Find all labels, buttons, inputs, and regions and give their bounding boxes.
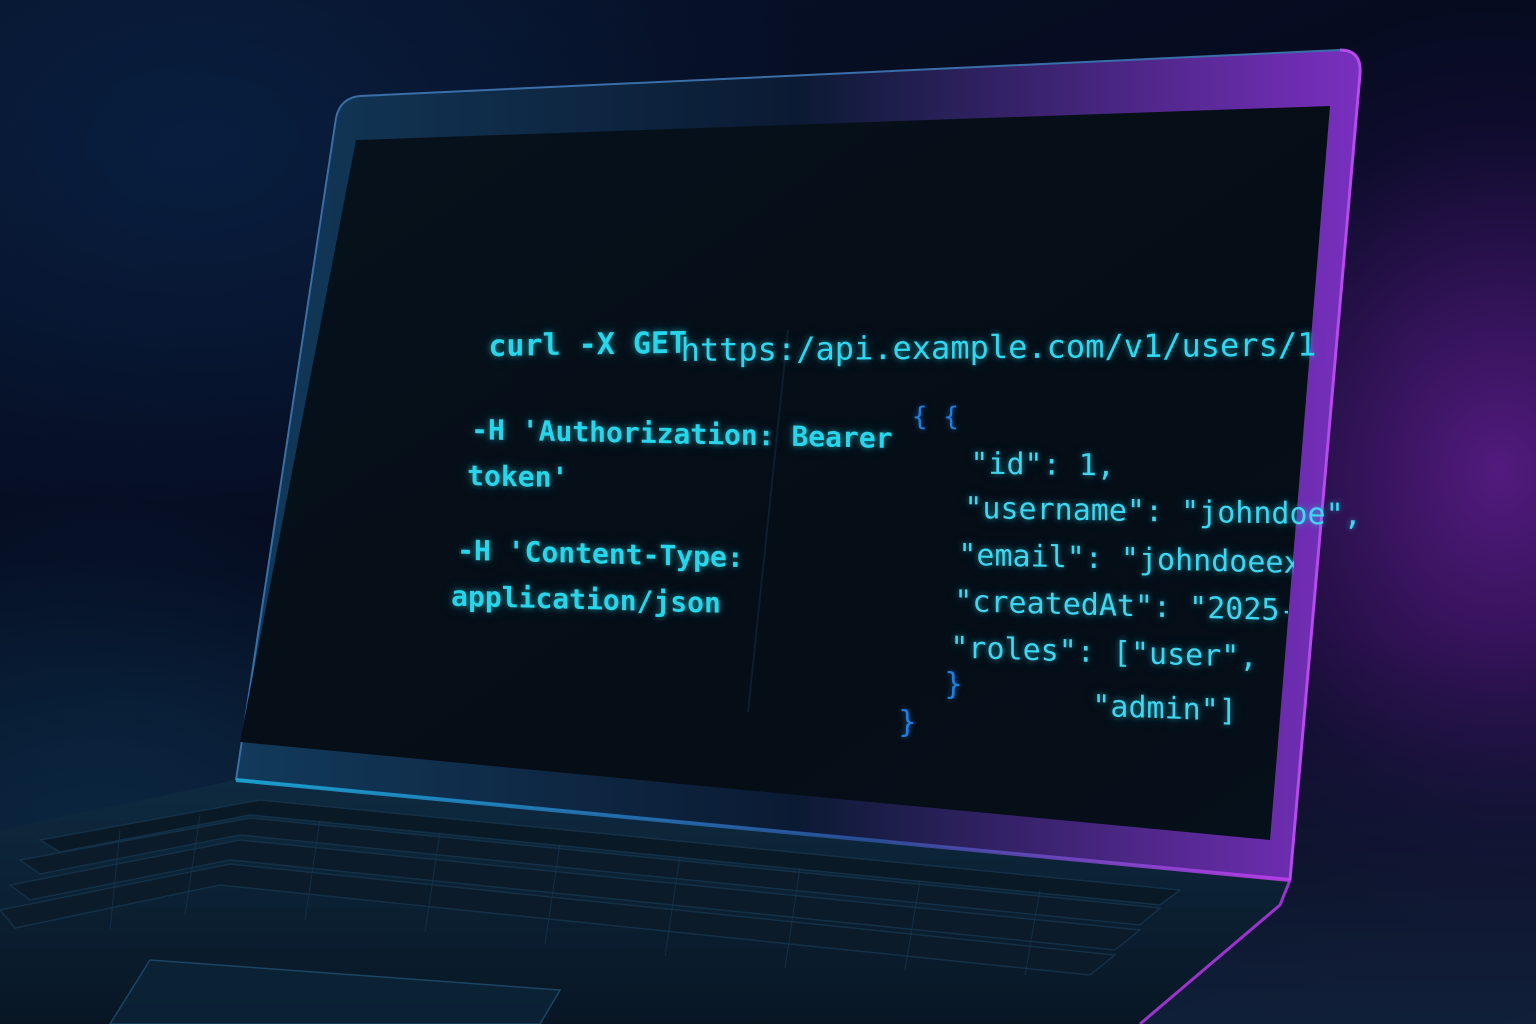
- laptop-scene: curl -X GET https:/api.example.com/v1/us…: [0, 0, 1536, 1024]
- laptop-lid: [0, 48, 1362, 1024]
- screen: [240, 106, 1330, 840]
